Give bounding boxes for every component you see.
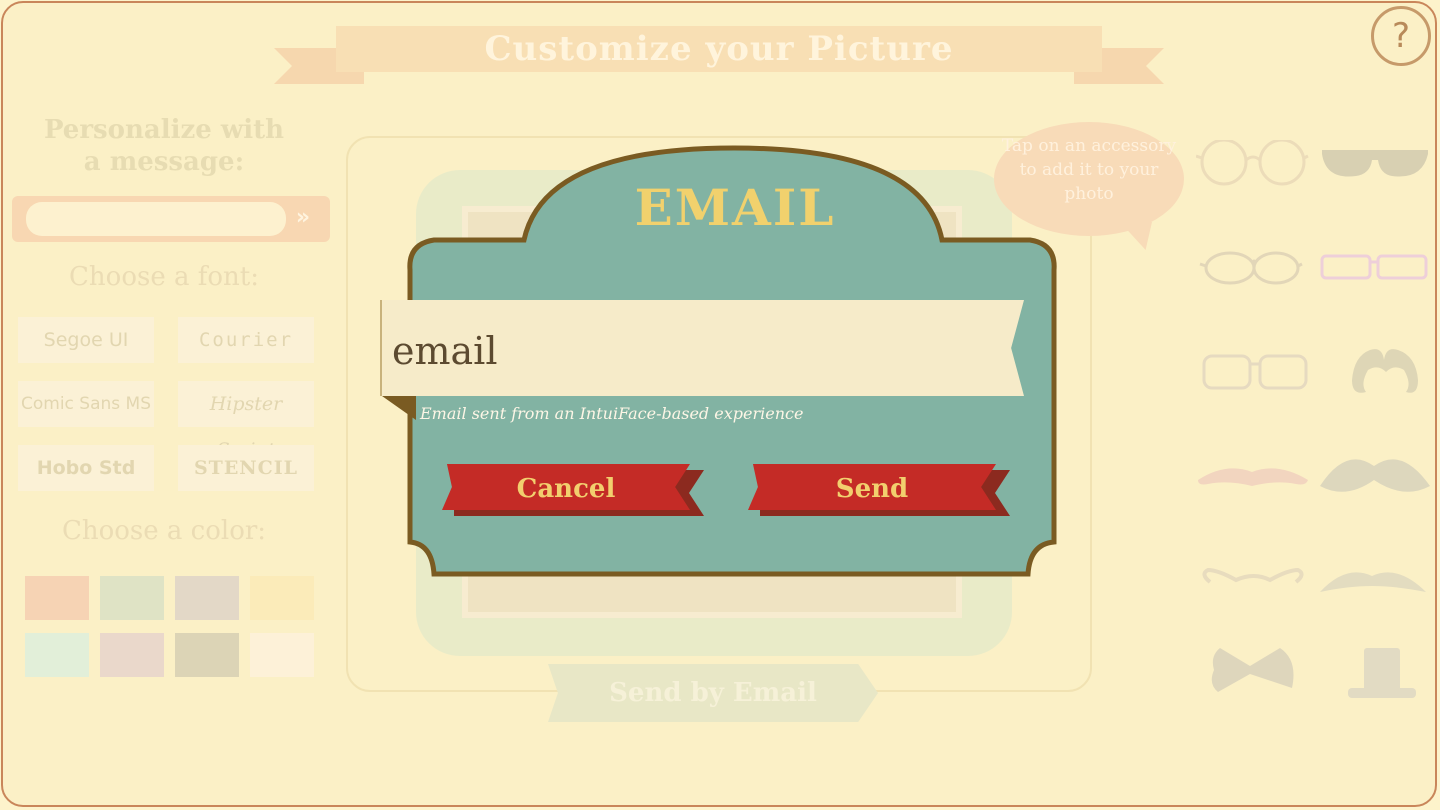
send-by-email-button[interactable]: Send by Email bbox=[548, 664, 878, 722]
color-swatch[interactable] bbox=[25, 633, 89, 677]
page-title: Customize your Picture bbox=[336, 26, 1102, 72]
top-hat-icon bbox=[1348, 648, 1416, 698]
message-submit-button[interactable]: » bbox=[288, 202, 318, 234]
cancel-button-label: Cancel bbox=[442, 464, 690, 510]
email-note: Email sent from an IntuiFace-based exper… bbox=[420, 404, 804, 423]
chevron-mustache-icon bbox=[1320, 572, 1426, 592]
personalize-label: Personalize with a message: bbox=[20, 114, 308, 178]
handlebar-mustache-icon bbox=[1202, 567, 1304, 584]
color-swatch[interactable] bbox=[100, 633, 164, 677]
font-option-hobo[interactable]: Hobo Std bbox=[18, 445, 154, 491]
oval-glasses-icon bbox=[1199, 251, 1303, 285]
font-option-stencil[interactable]: STENCIL bbox=[178, 445, 314, 491]
font-option-comic[interactable]: Comic Sans MS bbox=[18, 381, 154, 427]
dialog-title: EMAIL bbox=[634, 178, 836, 237]
color-swatch[interactable] bbox=[250, 576, 314, 620]
color-swatch[interactable] bbox=[175, 633, 239, 677]
color-swatch[interactable] bbox=[100, 576, 164, 620]
font-option-courier[interactable]: Courier bbox=[178, 317, 314, 363]
color-swatch[interactable] bbox=[175, 576, 239, 620]
bushy-mustache-icon bbox=[1320, 459, 1430, 492]
send-button[interactable]: Send bbox=[748, 464, 1010, 516]
email-input[interactable] bbox=[390, 322, 974, 380]
accessories-panel bbox=[1196, 140, 1430, 698]
help-button[interactable]: ? bbox=[1371, 6, 1431, 66]
color-label: Choose a color: bbox=[61, 516, 267, 546]
personalize-label-line1: Personalize with bbox=[43, 115, 285, 145]
color-swatch[interactable] bbox=[25, 576, 89, 620]
round-glasses-icon bbox=[1196, 140, 1309, 186]
thin-mustache-icon bbox=[1198, 468, 1308, 486]
bow-tie-icon bbox=[1211, 648, 1294, 692]
pink-glasses-icon bbox=[1320, 254, 1428, 280]
font-option-hipster[interactable]: Hipster Script bbox=[178, 381, 314, 461]
color-swatch[interactable] bbox=[250, 633, 314, 677]
font-option-segoe[interactable]: Segoe UI bbox=[18, 317, 154, 363]
send-button-label: Send bbox=[748, 464, 996, 510]
cancel-button[interactable]: Cancel bbox=[442, 464, 704, 516]
message-input[interactable] bbox=[26, 202, 286, 236]
square-glasses-icon bbox=[1202, 354, 1308, 390]
sunglasses-icon bbox=[1322, 150, 1428, 177]
curly-mustache-icon bbox=[1352, 349, 1418, 393]
font-label: Choose a font: bbox=[69, 262, 259, 292]
personalize-label-line2: a message: bbox=[83, 147, 245, 177]
